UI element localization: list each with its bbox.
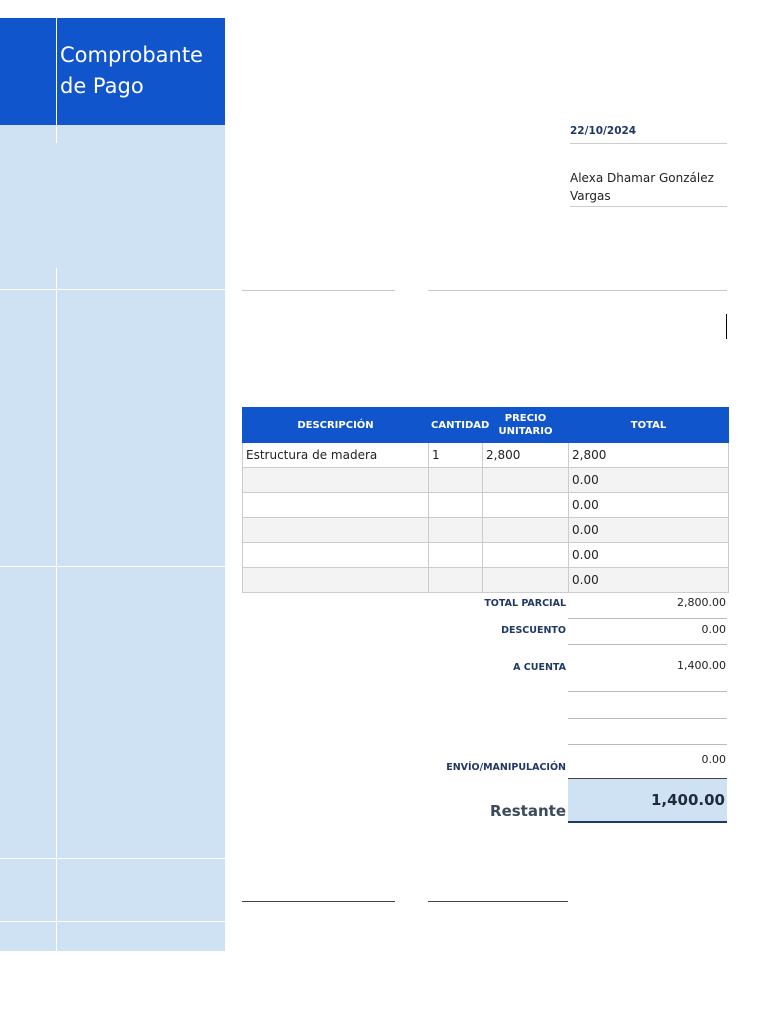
cell-description[interactable] [242, 542, 429, 568]
signature-line [428, 290, 727, 291]
cell-quantity[interactable]: 1 [428, 442, 483, 468]
sidebar-panel [0, 125, 225, 951]
signature-line [242, 901, 395, 902]
column-header-total: TOTAL [568, 407, 729, 443]
cell-quantity[interactable] [428, 542, 483, 568]
summary-rule [568, 718, 727, 719]
table-row: Estructura de madera 1 2,800 2,800 [242, 442, 729, 468]
signature-line [428, 901, 568, 902]
summary-rule [568, 618, 727, 619]
summary-rule [568, 644, 727, 645]
discount-label: DESCUENTO [501, 625, 566, 636]
cell-total[interactable]: 0.00 [568, 567, 729, 593]
shipping-value[interactable]: 0.00 [568, 753, 727, 766]
discount-value[interactable]: 0.00 [568, 623, 727, 636]
table-row: 0.00 [242, 542, 729, 568]
shipping-label: ENVÍO/MANIPULACIÓN [446, 762, 566, 773]
document-title: Comprobante de Pago [60, 43, 203, 98]
table-row: 0.00 [242, 467, 729, 493]
on-account-value[interactable]: 1,400.00 [568, 659, 726, 672]
table-row: 0.00 [242, 567, 729, 593]
cell-total[interactable]: 0.00 [568, 517, 729, 543]
sidebar-divider [56, 268, 57, 951]
sidebar-divider [0, 921, 225, 922]
customer-name[interactable]: Alexa Dhamar González Vargas [570, 169, 727, 207]
cell-description[interactable] [242, 492, 429, 518]
summary-rule [568, 744, 727, 745]
cell-quantity[interactable] [428, 467, 483, 493]
cell-description[interactable] [242, 467, 429, 493]
subtotal-label: TOTAL PARCIAL [484, 598, 566, 609]
cell-total[interactable]: 0.00 [568, 492, 729, 518]
cell-unit-price[interactable] [482, 467, 569, 493]
cell-total[interactable]: 0.00 [568, 467, 729, 493]
cell-description[interactable] [242, 517, 429, 543]
cell-quantity[interactable] [428, 517, 483, 543]
text-cursor [726, 314, 727, 339]
cell-quantity[interactable] [428, 492, 483, 518]
sidebar-divider [0, 566, 225, 567]
cell-unit-price[interactable] [482, 542, 569, 568]
column-header-unit-price: PRECIO UNITARIO [482, 407, 569, 443]
cell-total[interactable]: 2,800 [568, 442, 729, 468]
cell-unit-price[interactable] [482, 567, 569, 593]
column-header-description: DESCRIPCIÓN [242, 407, 429, 443]
remaining-label: Restante [490, 802, 566, 820]
table-row: 0.00 [242, 517, 729, 543]
sidebar-divider [0, 289, 225, 290]
cell-quantity[interactable] [428, 567, 483, 593]
cell-description[interactable] [242, 567, 429, 593]
cell-total[interactable]: 0.00 [568, 542, 729, 568]
cell-unit-price[interactable]: 2,800 [482, 442, 569, 468]
table-row: 0.00 [242, 492, 729, 518]
cell-unit-price[interactable] [482, 492, 569, 518]
on-account-label: A CUENTA [513, 662, 566, 673]
sidebar-divider [56, 18, 57, 143]
table-header-row: DESCRIPCIÓN CANTIDAD PRECIO UNITARIO TOT… [242, 407, 729, 443]
summary-rule [568, 691, 727, 692]
remaining-value[interactable]: 1,400.00 [651, 791, 725, 809]
invoice-date[interactable]: 22/10/2024 [570, 125, 727, 144]
signature-line [242, 290, 395, 291]
subtotal-value[interactable]: 2,800.00 [568, 596, 726, 609]
remaining-total-box: 1,400.00 [568, 778, 727, 823]
sidebar-divider [0, 858, 225, 859]
column-header-quantity: CANTIDAD [428, 407, 489, 443]
cell-description[interactable]: Estructura de madera [242, 442, 429, 468]
items-table: DESCRIPCIÓN CANTIDAD PRECIO UNITARIO TOT… [242, 407, 729, 593]
cell-unit-price[interactable] [482, 517, 569, 543]
